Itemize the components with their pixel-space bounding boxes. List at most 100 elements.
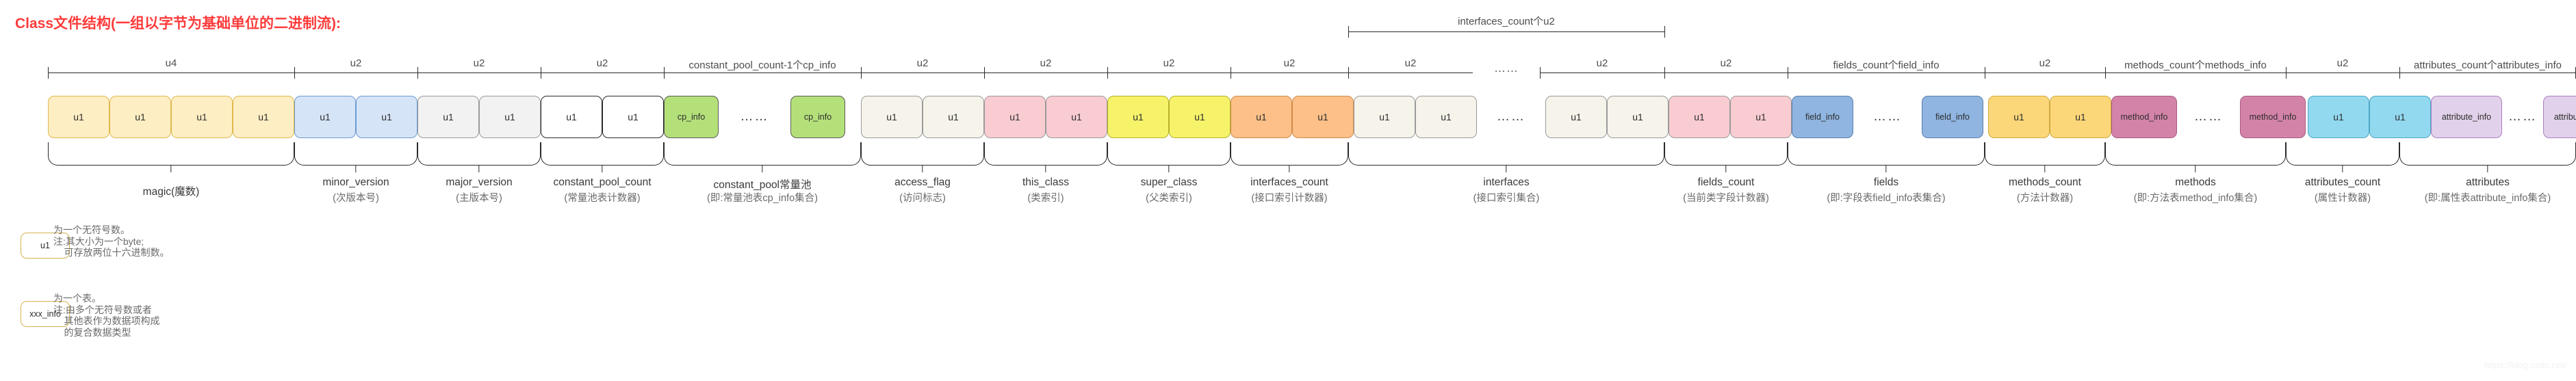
byte-cell-field-info[interactable]: field_info (1922, 96, 1983, 138)
byte-cell-u1[interactable]: u1 (2050, 96, 2111, 138)
field-description: (常量池表计数器) (564, 193, 641, 204)
field-description: (主版本号) (456, 193, 502, 204)
cell-ellipsis: …… (2194, 109, 2223, 124)
size-segment-label: u2 (1283, 57, 1296, 69)
field-name-constant-pool: constant_pool常量池 (713, 179, 812, 191)
field-brace (1985, 142, 2105, 166)
field-description: (方法计数器) (2016, 193, 2074, 204)
byte-cell-u1[interactable]: u1 (1107, 96, 1169, 138)
byte-cell-u1[interactable]: u1 (2308, 96, 2369, 138)
field-brace-stem (922, 165, 923, 172)
byte-cell-u1[interactable]: u1 (294, 96, 356, 138)
field-brace (1107, 142, 1231, 166)
byte-cell-u1[interactable]: u1 (1169, 96, 1231, 138)
size-segment-tick (417, 67, 418, 79)
field-name-magic: magic(魔数) (142, 186, 200, 198)
byte-cell-u1[interactable]: u1 (1415, 96, 1477, 138)
diagram-canvas: Class文件结构(一组以字节为基础单位的二进制流): interfaces_c… (0, 0, 2576, 381)
byte-cell-u1[interactable]: u1 (2369, 96, 2431, 138)
byte-cell-method-info[interactable]: method_info (2111, 96, 2177, 138)
field-brace-stem (478, 165, 480, 172)
top-bracket-rule (1348, 31, 1664, 32)
field-brace (1664, 142, 1788, 166)
size-segment-label: u2 (473, 57, 485, 69)
field-name-attributes-count: attributes_count (2304, 176, 2381, 188)
field-brace-stem (2044, 165, 2046, 172)
field-name-fields-count: fields_count (1697, 176, 1755, 188)
field-name-minor-version: minor_version (322, 176, 389, 188)
field-name-super-class: super_class (1140, 176, 1198, 188)
field-brace (1348, 142, 1664, 166)
byte-cell-attribute-info[interactable]: attribute_info (2543, 96, 2576, 138)
field-description: (次版本号) (333, 193, 379, 204)
byte-cell-u1[interactable]: u1 (1292, 96, 1354, 138)
byte-cell-field-info[interactable]: field_info (1792, 96, 1853, 138)
field-name-access-flag: access_flag (894, 176, 951, 188)
size-segment-tick (294, 67, 295, 79)
byte-cell-u1[interactable]: u1 (233, 96, 294, 138)
byte-cell-u1[interactable]: u1 (1046, 96, 1107, 138)
field-description: (即:属性表attribute_info集合) (2424, 193, 2551, 204)
byte-cell-u1[interactable]: u1 (110, 96, 171, 138)
field-brace (2399, 142, 2576, 166)
page-title: Class文件结构(一组以字节为基础单位的二进制流): (15, 16, 342, 31)
field-description: (类索引) (1027, 193, 1064, 204)
byte-cell-u1[interactable]: u1 (1730, 96, 1792, 138)
cell-ellipsis: …… (1873, 109, 1902, 124)
field-description: (父类索引) (1146, 193, 1192, 204)
byte-cell-u1[interactable]: u1 (1669, 96, 1730, 138)
byte-cell-u1[interactable]: u1 (1988, 96, 2050, 138)
byte-cell-u1[interactable]: u1 (479, 96, 541, 138)
byte-cell-u1[interactable]: u1 (48, 96, 110, 138)
size-segment-label: u2 (2039, 57, 2051, 69)
byte-cell-u1[interactable]: u1 (602, 96, 664, 138)
legend-description: 为一个无符号数。 注:其大小为一个byte; 可存放两位十六进制数。 (53, 224, 170, 258)
size-segment-label: u2 (2336, 57, 2349, 69)
size-segment-label: u2 (1720, 57, 1732, 69)
field-brace-stem (1045, 165, 1046, 172)
size-segment-label: u2 (916, 57, 929, 69)
byte-cell-u1[interactable]: u1 (1607, 96, 1669, 138)
size-segment-label: attributes_count个attributes_info (2414, 60, 2562, 71)
field-brace-stem (170, 165, 172, 172)
byte-cell-u1[interactable]: u1 (356, 96, 417, 138)
byte-cell-u1[interactable]: u1 (1354, 96, 1415, 138)
size-segment-tick (1348, 67, 1349, 79)
byte-cell-u1[interactable]: u1 (417, 96, 479, 138)
size-segment-tick (2286, 67, 2287, 79)
byte-cell-u1[interactable]: u1 (1231, 96, 1292, 138)
top-bracket-tick (1664, 26, 1665, 38)
field-brace (1231, 142, 1348, 166)
watermark: https://blog.csdn.net/ (2484, 360, 2566, 370)
byte-cell-u1[interactable]: u1 (984, 96, 1046, 138)
field-name-methods-count: methods_count (2009, 176, 2081, 188)
byte-cell-u1[interactable]: u1 (1545, 96, 1607, 138)
field-name-this-class: this_class (1022, 176, 1070, 188)
size-segment-label: methods_count个methods_info (2124, 60, 2267, 71)
size-segment-tick (984, 67, 985, 79)
field-description: (即:方法表method_info集合) (2133, 193, 2258, 204)
size-segment-label: u4 (165, 57, 177, 69)
byte-cell-u1[interactable]: u1 (541, 96, 602, 138)
byte-cell-u1[interactable]: u1 (923, 96, 984, 138)
size-segment-label: u2 (596, 57, 608, 69)
byte-cell-cp-info[interactable]: cp_info (790, 96, 845, 138)
byte-cell-cp-info[interactable]: cp_info (664, 96, 719, 138)
byte-cell-method-info[interactable]: method_info (2240, 96, 2306, 138)
size-segment-tick (1664, 67, 1665, 79)
byte-cell-u1[interactable]: u1 (171, 96, 233, 138)
field-brace (984, 142, 1107, 166)
field-brace-stem (1168, 165, 1170, 172)
field-description: (当前类字段计数器) (1683, 193, 1769, 204)
cell-ellipsis: …… (2508, 109, 2537, 124)
field-brace (417, 142, 541, 166)
byte-cell-u1[interactable]: u1 (861, 96, 923, 138)
field-brace-stem (2487, 165, 2488, 172)
size-segment-tick (1107, 67, 1108, 79)
byte-cell-attribute-info[interactable]: attribute_info (2431, 96, 2502, 138)
size-segment-tick (861, 67, 862, 79)
cell-ellipsis: …… (1497, 109, 1525, 124)
cell-ellipsis: …… (740, 109, 769, 124)
size-segment-label: u2 (1163, 57, 1175, 69)
field-name-major-version: major_version (446, 176, 513, 188)
